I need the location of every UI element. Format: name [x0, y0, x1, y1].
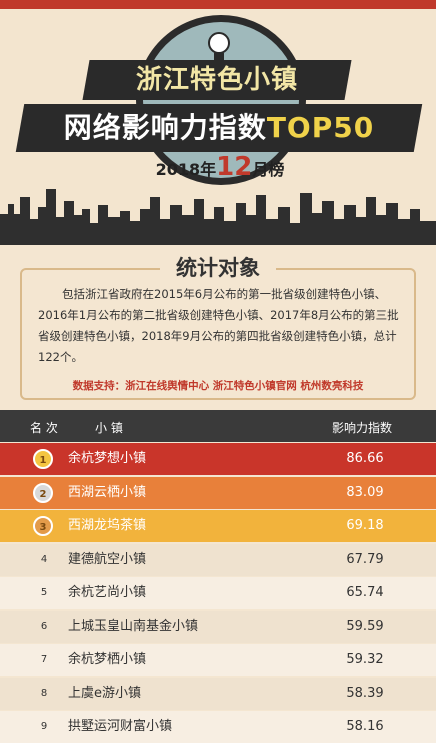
town-name: 拱墅运河财富小镇 — [68, 719, 173, 734]
table-row: 4 建德航空小镇 67.79 — [0, 543, 436, 576]
town-name: 余杭梦栖小镇 — [68, 652, 147, 667]
table-row: 7 余杭梦栖小镇 59.32 — [0, 644, 436, 676]
town-name: 建德航空小镇 — [68, 551, 147, 567]
town-name: 上虞e游小镇 — [68, 685, 141, 701]
town-name: 余杭艺尚小镇 — [68, 585, 147, 600]
medal-icon: 2 — [33, 482, 53, 503]
title-line-1: 浙江特色小镇 — [135, 65, 298, 95]
influence-score: 86.66 — [346, 451, 384, 466]
rank-number: 5 — [40, 587, 48, 598]
header-rank: 名 次 — [30, 421, 58, 435]
influence-score: 58.39 — [346, 685, 384, 701]
influence-score: 83.09 — [346, 484, 384, 500]
rank-number: 4 — [40, 553, 48, 565]
stats-title: 统计对象 — [160, 252, 276, 282]
title-line-2: 网络影响力指数TOP50 — [20, 104, 418, 152]
header-score: 影响力指数 — [332, 421, 393, 435]
top-bar — [0, 0, 436, 9]
title-line-2-part1: 网络影响力指数 — [63, 111, 267, 144]
town-name: 余杭梦想小镇 — [68, 451, 147, 466]
rank-number: 9 — [40, 721, 48, 732]
date-label: 2018年12月榜 — [150, 152, 290, 182]
rank-number: 6 — [40, 620, 48, 632]
table-row: 1 余杭梦想小镇 86.66 — [0, 443, 436, 475]
table-row: 3 西湖龙坞茶镇 69.18 — [0, 510, 436, 542]
date-year: 2018年 — [155, 160, 217, 179]
rank-number: 7 — [40, 654, 48, 665]
town-name: 上城玉皇山南基金小镇 — [68, 618, 199, 634]
title-line-2-top: TOP50 — [266, 111, 375, 144]
medal-icon: 3 — [33, 516, 53, 536]
town-name: 西湖云栖小镇 — [68, 484, 147, 500]
table-row: 2 西湖云栖小镇 83.09 — [0, 476, 436, 509]
influence-score: 67.79 — [346, 551, 384, 567]
influence-score: 59.59 — [346, 618, 384, 634]
influence-score: 69.18 — [346, 518, 384, 533]
header-name: 小 镇 — [95, 421, 123, 435]
influence-score: 65.74 — [346, 585, 384, 600]
date-suffix: 月榜 — [252, 160, 285, 179]
table-row: 8 上虞e游小镇 58.39 — [0, 677, 436, 710]
date-month: 12 — [216, 152, 253, 182]
stats-description: 包括浙江省政府在2015年6月公布的第一批省级创建特色小镇、2016年1月公布的… — [38, 287, 399, 364]
table-header: 名 次 小 镇 影响力指数 — [0, 410, 436, 442]
data-source: 数据支持：浙江在线舆情中心 浙江特色小镇官网 杭州数亮科技 — [72, 380, 364, 392]
influence-score: 59.32 — [346, 652, 384, 667]
table-row: 5 余杭艺尚小镇 65.74 — [0, 577, 436, 609]
table-row: 9 拱墅运河财富小镇 58.16 — [0, 711, 436, 743]
influence-score: 58.16 — [346, 719, 384, 734]
medal-icon: 1 — [33, 449, 53, 469]
town-name: 西湖龙坞茶镇 — [68, 518, 147, 533]
table-row: 6 上城玉皇山南基金小镇 59.59 — [0, 610, 436, 643]
rank-number: 8 — [40, 687, 48, 699]
